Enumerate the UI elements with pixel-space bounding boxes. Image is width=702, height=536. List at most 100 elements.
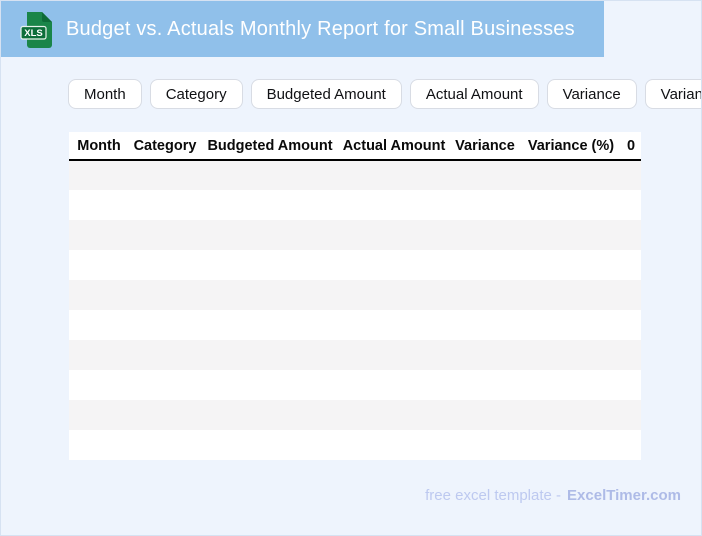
- table-cell: [449, 160, 521, 190]
- table-cell: [129, 280, 201, 310]
- table-cell: [201, 190, 339, 220]
- table-cell: [339, 280, 449, 310]
- column-header-variance: Variance: [449, 132, 521, 161]
- table-cell: [521, 160, 621, 190]
- column-header-month: Month: [69, 132, 129, 161]
- table-cell: [521, 250, 621, 280]
- table-cell: [621, 280, 641, 310]
- page: XLS Budget vs. Actuals Monthly Report fo…: [0, 0, 702, 536]
- table-cell: [69, 220, 129, 250]
- xls-file-icon: XLS: [19, 11, 55, 49]
- report-table: Month Category Budgeted Amount Actual Am…: [69, 132, 641, 460]
- table-cell: [449, 220, 521, 250]
- table-cell: [521, 190, 621, 220]
- table-cell: [69, 340, 129, 370]
- table-row: [69, 400, 641, 430]
- xls-badge-label: XLS: [24, 28, 42, 39]
- chip-budgeted-amount[interactable]: Budgeted Amount: [250, 79, 402, 109]
- table-cell: [621, 250, 641, 280]
- table-cell: [201, 430, 339, 460]
- table-cell: [129, 430, 201, 460]
- table-cell: [201, 280, 339, 310]
- table-cell: [69, 310, 129, 340]
- chip-variance-pct[interactable]: Variance (%): [644, 79, 701, 109]
- chip-actual-amount[interactable]: Actual Amount: [409, 79, 539, 109]
- table-cell: [129, 160, 201, 190]
- table-cell: [339, 340, 449, 370]
- table-cell: [521, 400, 621, 430]
- table-cell: [621, 310, 641, 340]
- table-cell: [339, 160, 449, 190]
- table-cell: [621, 220, 641, 250]
- table-row: [69, 160, 641, 190]
- table-cell: [201, 370, 339, 400]
- footer-brand-link[interactable]: ExcelTimer.com: [567, 487, 681, 504]
- table-cell: [129, 310, 201, 340]
- table-cell: [69, 400, 129, 430]
- chip-variance[interactable]: Variance: [546, 79, 637, 109]
- table-cell: [621, 160, 641, 190]
- table-cell: [521, 340, 621, 370]
- table-cell: [521, 220, 621, 250]
- table-cell: [69, 430, 129, 460]
- table-body: [69, 160, 641, 460]
- table-cell: [129, 340, 201, 370]
- footer-credit: free excel template - ExcelTimer.com: [425, 487, 681, 504]
- header-bar: XLS Budget vs. Actuals Monthly Report fo…: [1, 1, 604, 57]
- table-cell: [621, 340, 641, 370]
- table-cell: [621, 190, 641, 220]
- table-cell: [201, 310, 339, 340]
- table-cell: [339, 190, 449, 220]
- table-cell: [521, 310, 621, 340]
- table-header-row: Month Category Budgeted Amount Actual Am…: [69, 132, 641, 161]
- table-cell: [129, 400, 201, 430]
- table-cell: [201, 340, 339, 370]
- table-cell: [129, 370, 201, 400]
- table-cell: [339, 370, 449, 400]
- table-cell: [449, 370, 521, 400]
- table-cell: [449, 190, 521, 220]
- table-cell: [339, 220, 449, 250]
- table-cell: [201, 220, 339, 250]
- table-row: [69, 250, 641, 280]
- column-header-budgeted-amount: Budgeted Amount: [201, 132, 339, 161]
- table-cell: [69, 280, 129, 310]
- table-row: [69, 280, 641, 310]
- table-row: [69, 310, 641, 340]
- table-cell: [621, 400, 641, 430]
- column-header-zero: 0: [621, 132, 641, 161]
- table-cell: [69, 160, 129, 190]
- footer-text: free excel template -: [425, 487, 562, 504]
- table-cell: [521, 280, 621, 310]
- table-cell: [201, 250, 339, 280]
- table-cell: [449, 340, 521, 370]
- column-header-actual-amount: Actual Amount: [339, 132, 449, 161]
- table-cell: [449, 430, 521, 460]
- table-cell: [129, 190, 201, 220]
- table-row: [69, 340, 641, 370]
- table-row: [69, 430, 641, 460]
- chip-month[interactable]: Month: [68, 79, 142, 109]
- table-cell: [201, 160, 339, 190]
- table-cell: [621, 370, 641, 400]
- table-cell: [69, 370, 129, 400]
- chip-category[interactable]: Category: [149, 79, 243, 109]
- table-cell: [621, 430, 641, 460]
- table-cell: [521, 370, 621, 400]
- table-cell: [339, 430, 449, 460]
- table-row: [69, 220, 641, 250]
- table-row: [69, 190, 641, 220]
- column-header-category: Category: [129, 132, 201, 161]
- table-cell: [69, 190, 129, 220]
- table-cell: [449, 400, 521, 430]
- table-cell: [69, 250, 129, 280]
- table-cell: [201, 400, 339, 430]
- table-cell: [339, 310, 449, 340]
- table-cell: [129, 250, 201, 280]
- table-cell: [521, 430, 621, 460]
- table-cell: [129, 220, 201, 250]
- table-cell: [449, 250, 521, 280]
- table-cell: [339, 250, 449, 280]
- column-header-variance-pct: Variance (%): [521, 132, 621, 161]
- page-title: Budget vs. Actuals Monthly Report for Sm…: [66, 17, 575, 40]
